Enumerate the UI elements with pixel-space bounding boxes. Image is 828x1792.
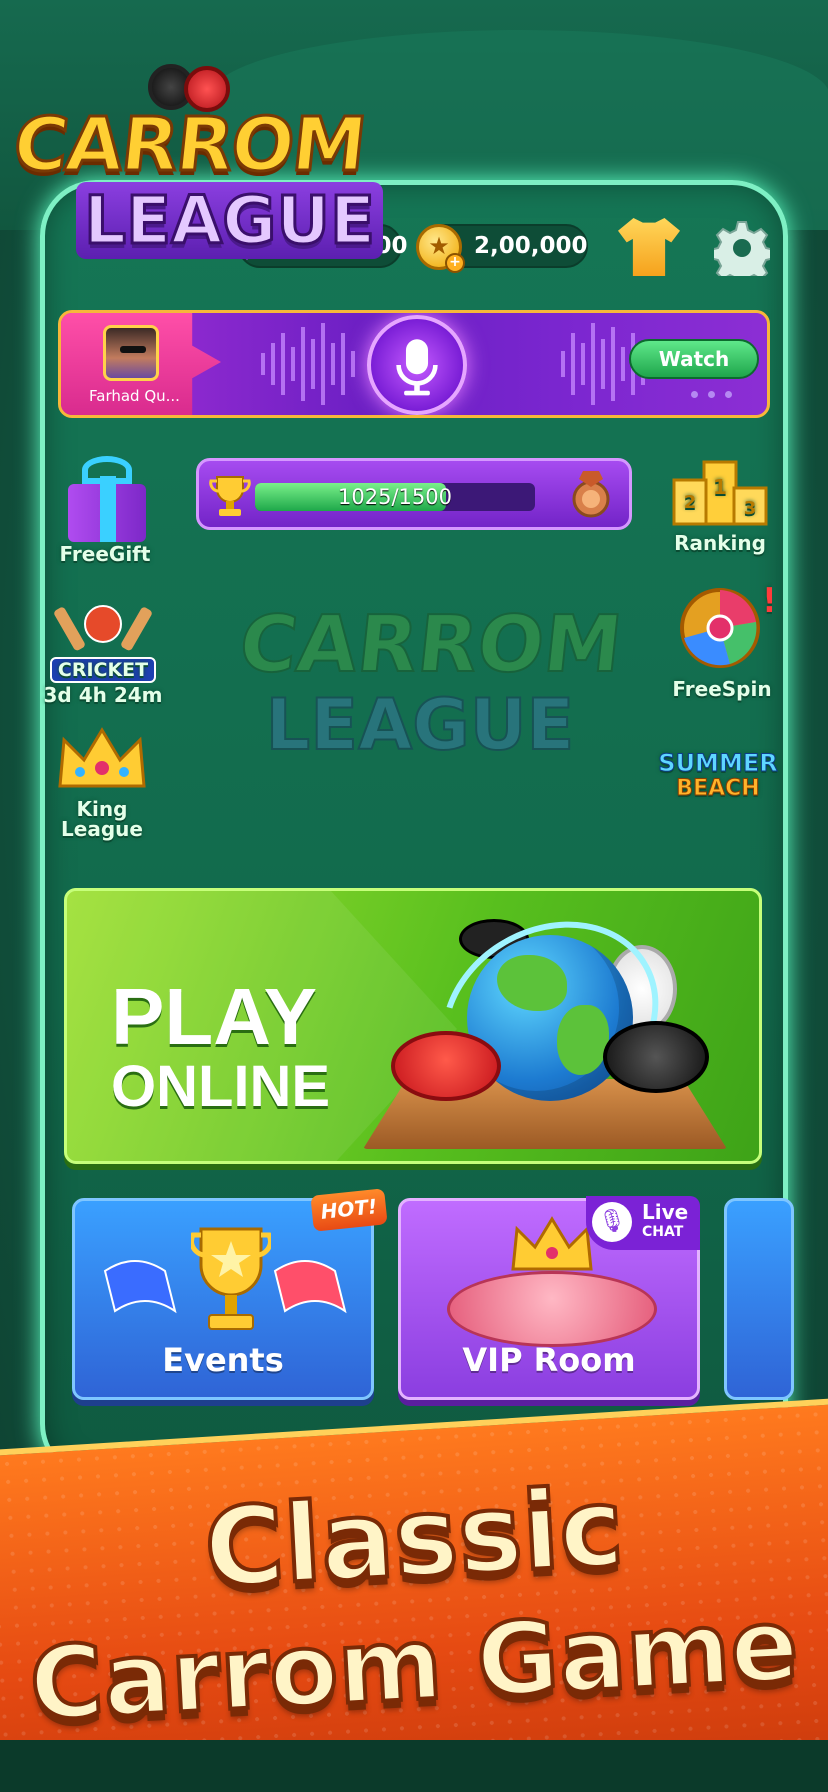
free-spin-label: FreeSpin	[672, 677, 772, 701]
free-spin-button[interactable]: ! FreeSpin	[664, 581, 780, 701]
host-name: Farhad Qu...	[89, 387, 180, 405]
crown-icon	[58, 727, 146, 788]
progress-text: 1025/1500	[338, 485, 452, 509]
summer-label: SUMMER	[658, 749, 778, 777]
live-label: Live	[642, 1200, 689, 1224]
svg-text:1: 1	[713, 475, 727, 499]
wheel-icon: !	[680, 581, 778, 668]
watermark-subtitle: LEAGUE	[265, 683, 576, 767]
game-logo: CARROM LEAGUE	[8, 60, 384, 270]
cricket-icon	[54, 605, 152, 651]
gear-icon[interactable]	[714, 220, 770, 276]
cricket-event-button[interactable]: CRICKET 3d 4h 24m	[40, 600, 166, 707]
cricket-timer: 3d 4h 24m	[43, 683, 163, 707]
free-gift-label: FreeGift	[59, 542, 151, 566]
trophy-icon	[209, 476, 251, 516]
add-coins-icon[interactable]: +	[445, 253, 465, 273]
microphone-icon	[396, 339, 438, 396]
vip-room-label: VIP Room	[462, 1341, 636, 1379]
checkered-flag-icon	[103, 1260, 177, 1314]
coins-balance[interactable]: ★ + 2,00,000	[416, 224, 588, 273]
progress-track: 1025/1500	[255, 483, 535, 511]
microphone-button[interactable]	[367, 315, 467, 415]
svg-text:2: 2	[684, 492, 697, 513]
live-chat-badge[interactable]: 🎙 Live CHAT	[586, 1196, 700, 1250]
king-league-button[interactable]: King League	[46, 726, 158, 839]
king-league-label: King League	[61, 797, 143, 841]
chat-label: CHAT	[642, 1224, 684, 1240]
events-label: Events	[162, 1341, 284, 1379]
beach-label: BEACH	[676, 776, 760, 802]
bottom-strip	[0, 1740, 828, 1792]
pillow-icon	[447, 1271, 657, 1347]
svg-text:3: 3	[744, 498, 757, 519]
watermark-title: CARROM	[234, 599, 627, 691]
online-label: ONLINE	[111, 1054, 331, 1119]
hot-badge: HOT!	[310, 1188, 388, 1232]
host-panel: Farhad Qu...	[61, 313, 221, 415]
watermark-logo: CARROM LEAGUE	[234, 599, 627, 810]
crown-icon	[511, 1216, 593, 1271]
logo-title: CARROM	[8, 101, 370, 190]
black-striker-icon	[603, 1021, 709, 1093]
coin-icon: ★ +	[416, 224, 465, 273]
free-gift-button[interactable]: FreeGift	[50, 456, 160, 566]
gift-icon	[60, 456, 150, 542]
ranking-label: Ranking	[674, 531, 766, 555]
summer-beach-button[interactable]: SUMMER BEACH	[656, 750, 780, 802]
coins-value: 2,00,000	[474, 233, 588, 259]
red-coin-icon	[391, 1031, 501, 1101]
rank-medal-icon	[572, 471, 610, 518]
partial-card[interactable]	[724, 1198, 794, 1400]
microphone-icon: 🎙	[592, 1202, 632, 1242]
ranking-button[interactable]: 1 2 3 Ranking	[662, 454, 778, 555]
checkered-flag-icon	[273, 1260, 347, 1314]
svg-text:!: !	[762, 582, 772, 621]
podium-icon: 1 2 3	[672, 460, 768, 526]
trophy-progress[interactable]: 1025/1500	[196, 458, 632, 530]
avatar[interactable]	[103, 325, 159, 381]
logo-subtitle: LEAGUE	[76, 181, 384, 261]
watch-button[interactable]: Watch	[629, 339, 759, 379]
cricket-label: CRICKET	[49, 657, 157, 683]
play-online-button[interactable]: PLAY ONLINE	[64, 888, 762, 1164]
live-banner[interactable]: Farhad Qu... Watch	[58, 310, 770, 418]
banner-page-dots[interactable]	[691, 391, 732, 398]
play-label: PLAY	[111, 972, 318, 1061]
